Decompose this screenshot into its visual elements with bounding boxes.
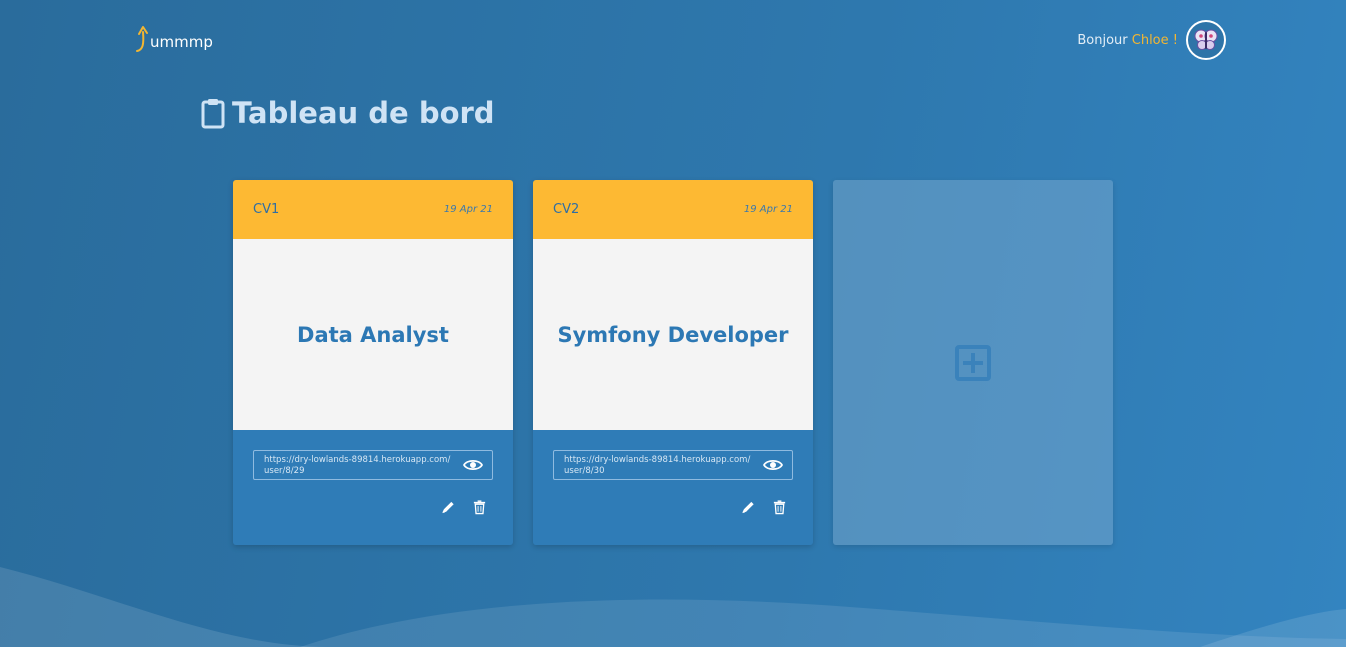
logo[interactable]: ummmp bbox=[134, 24, 213, 54]
eye-icon[interactable] bbox=[763, 457, 783, 473]
card-footer: https://dry-lowlands-89814.herokuapp.com… bbox=[233, 430, 513, 545]
plus-square-icon bbox=[955, 344, 991, 381]
cv-link[interactable]: https://dry-lowlands-89814.herokuapp.com… bbox=[564, 455, 752, 477]
trash-icon[interactable] bbox=[472, 499, 487, 515]
cv-link[interactable]: https://dry-lowlands-89814.herokuapp.com… bbox=[264, 455, 452, 477]
cv-card: CV2 19 Apr 21 Symfony Developer https://… bbox=[533, 180, 813, 545]
eye-icon[interactable] bbox=[463, 457, 483, 473]
avatar[interactable] bbox=[1186, 20, 1226, 60]
card-footer: https://dry-lowlands-89814.herokuapp.com… bbox=[533, 430, 813, 545]
cv-label: CV2 bbox=[553, 202, 580, 217]
cv-date: 19 Apr 21 bbox=[443, 204, 493, 215]
cv-title: Data Analyst bbox=[297, 322, 449, 347]
clipboard-icon bbox=[201, 99, 225, 129]
user-name: Chloe bbox=[1131, 33, 1169, 48]
page-title-text: Tableau de bord bbox=[232, 96, 495, 130]
greeting-prefix: Bonjour bbox=[1077, 33, 1128, 48]
card-body[interactable]: Data Analyst bbox=[233, 239, 513, 430]
cv-date: 19 Apr 21 bbox=[743, 204, 793, 215]
trash-icon[interactable] bbox=[772, 499, 787, 515]
cv-title: Symfony Developer bbox=[557, 322, 789, 347]
background-wave bbox=[0, 567, 1346, 647]
card-header: CV2 19 Apr 21 bbox=[533, 180, 813, 239]
butterfly-icon bbox=[1194, 29, 1218, 50]
card-header: CV1 19 Apr 21 bbox=[233, 180, 513, 239]
card-actions bbox=[741, 499, 787, 515]
page-title: Tableau de bord bbox=[200, 96, 495, 130]
cv-link-field[interactable]: https://dry-lowlands-89814.herokuapp.com… bbox=[553, 450, 793, 480]
logo-text: ummmp bbox=[150, 33, 213, 51]
greeting-suffix: ! bbox=[1172, 33, 1178, 48]
user-greeting: Bonjour Chloe ! bbox=[1077, 33, 1178, 48]
card-actions bbox=[441, 499, 487, 515]
pencil-icon[interactable] bbox=[741, 499, 756, 515]
jump-arrow-icon bbox=[136, 26, 148, 52]
add-cv-card[interactable] bbox=[833, 180, 1113, 545]
card-body[interactable]: Symfony Developer bbox=[533, 239, 813, 430]
cv-link-field[interactable]: https://dry-lowlands-89814.herokuapp.com… bbox=[253, 450, 493, 480]
cv-card: CV1 19 Apr 21 Data Analyst https://dry-l… bbox=[233, 180, 513, 545]
pencil-icon[interactable] bbox=[441, 499, 456, 515]
cv-label: CV1 bbox=[253, 202, 280, 217]
